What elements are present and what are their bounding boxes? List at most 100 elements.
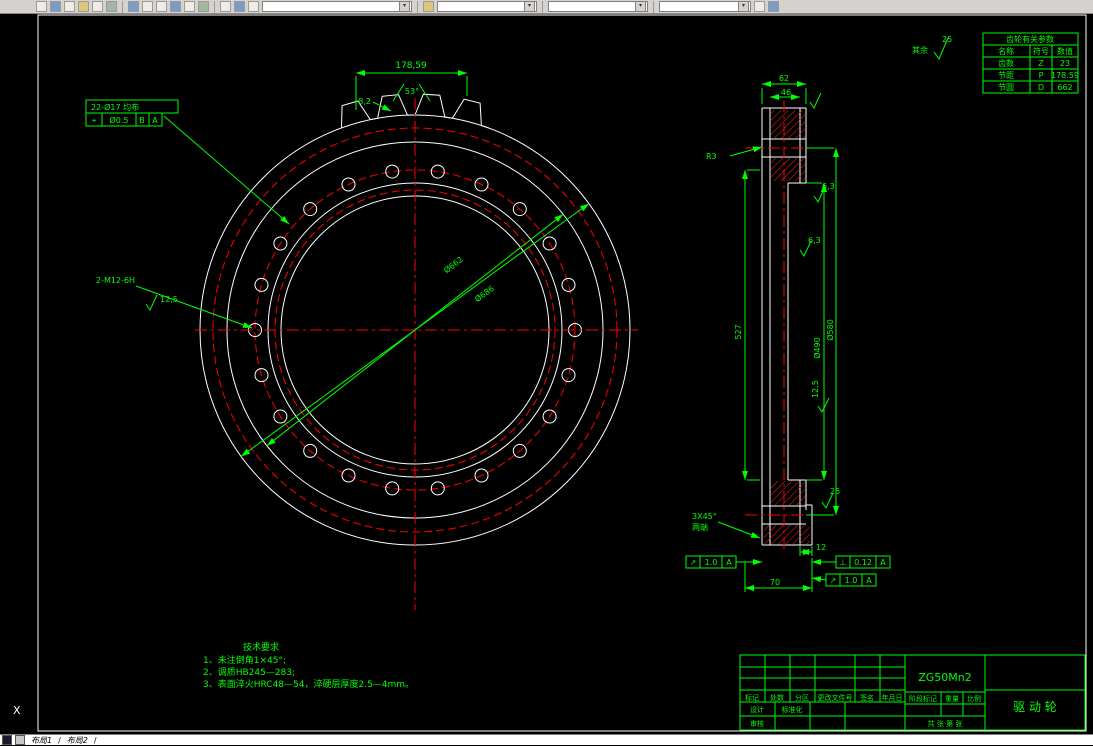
front-roughness-label: 12,5 — [160, 295, 178, 304]
preview-icon[interactable] — [92, 1, 103, 12]
gdt3-datum: A — [866, 576, 872, 585]
tb-label: 年月日 — [882, 693, 903, 702]
model-tab-icon[interactable] — [15, 735, 25, 745]
properties-icon[interactable] — [248, 1, 259, 12]
gear-parameter-table: 齿轮有关参数 名称 符号 数值 齿数 Z 23 节距 P 178.59 节圆 D… — [982, 32, 1079, 94]
color-combobox[interactable]: ▾ — [437, 1, 537, 12]
tb-label: 标准化 — [782, 705, 803, 714]
linetype-combobox[interactable]: ▾ — [548, 1, 648, 12]
r3-label: R3 — [706, 152, 717, 161]
general-rough-value: 25 — [942, 35, 952, 44]
zoom-icon[interactable] — [220, 1, 231, 12]
dim-12-label: 12 — [816, 543, 826, 552]
pan-icon[interactable] — [198, 1, 209, 12]
tb-label: 更改文件号 — [818, 693, 853, 702]
param-cell: 齿数 — [998, 58, 1014, 68]
part-name-label: 驱 动 轮 — [1013, 700, 1057, 714]
param-cell: 662 — [1057, 83, 1072, 92]
tech-req-title: 技术要求 — [243, 641, 279, 653]
dim-527-label: 527 — [734, 324, 743, 339]
toolbox-icon[interactable] — [768, 1, 779, 12]
cut-icon[interactable] — [128, 1, 139, 12]
paste-icon[interactable] — [156, 1, 167, 12]
front-view-geometry[interactable] — [195, 93, 638, 610]
drawing-svg: X 178,59 53° 8,2 22-Ø17 均布 ⌖ Ø0.5 B A 2-… — [13, 14, 1087, 732]
dim-angle-label: 53° — [405, 87, 419, 96]
print-icon[interactable] — [78, 1, 89, 12]
lineweight-combobox[interactable]: ▾ — [659, 1, 751, 12]
rough-63b-label: 6,3 — [808, 236, 821, 245]
general-rough-label: 其余 — [912, 45, 928, 55]
tab-layout1[interactable]: 布局1 — [28, 735, 55, 746]
tb-label: 分区 — [795, 693, 809, 702]
color-icon[interactable] — [423, 1, 434, 12]
hatch-area — [771, 110, 805, 138]
toolbar-separator — [122, 0, 123, 13]
chevron-down-icon[interactable]: ▾ — [635, 1, 646, 12]
dia-490-label: Ø490 — [812, 337, 822, 359]
help-icon[interactable] — [754, 1, 765, 12]
layers-icon[interactable] — [234, 1, 245, 12]
param-cell: 节圆 — [998, 83, 1014, 92]
gdt-tolerance-value: Ø0.5 — [109, 115, 128, 125]
holes-note-label: 22-Ø17 均布 — [91, 102, 139, 112]
gdt2-tolerance: 0.12 — [854, 558, 872, 567]
rough-125-label: 12,5 — [811, 380, 820, 398]
spell-icon[interactable] — [106, 1, 117, 12]
param-header-name: 名称 — [998, 46, 1014, 56]
tb-label: 审核 — [750, 719, 764, 728]
chevron-down-icon[interactable]: ▾ — [524, 1, 535, 12]
dim-width-label: 178,59 — [395, 61, 427, 71]
tab-separator: / — [58, 735, 61, 745]
new-file-icon[interactable] — [36, 1, 47, 12]
param-cell: 23 — [1060, 59, 1070, 68]
param-header-value: 数值 — [1057, 46, 1073, 56]
copy-icon[interactable] — [142, 1, 153, 12]
tech-req-line: 1、未注倒角1×45°; — [203, 654, 286, 666]
undo-icon[interactable] — [170, 1, 181, 12]
bolt-hole — [385, 481, 400, 496]
tb-label: 处数 — [770, 693, 784, 702]
tab-layout2[interactable]: 布局2 — [64, 735, 91, 746]
tb-label: 比例 — [967, 694, 981, 703]
general-roughness-note: 其余 25 — [912, 35, 952, 61]
title-block: 标记 处数 分区 更改文件号 签名 年月日 设计 审核 标准化 ZG50Mn2 … — [739, 654, 1086, 731]
param-table-title: 齿轮有关参数 — [1006, 34, 1054, 44]
gdt1-tolerance: 1.0 — [705, 558, 718, 567]
tb-label: 签名 — [860, 693, 874, 702]
toolbar-separator — [417, 0, 418, 13]
front-view-dimensions[interactable]: 178,59 53° 8,2 22-Ø17 均布 ⌖ Ø0.5 B A 2-M1… — [85, 61, 590, 457]
dim-62-label: 62 — [779, 74, 789, 83]
dim-tooth-label: 8,2 — [358, 97, 371, 106]
open-file-icon[interactable] — [50, 1, 61, 12]
gdt1-datum: A — [726, 558, 732, 567]
roughness-icon — [809, 92, 822, 110]
bolt-hole — [430, 164, 445, 179]
bolt-hole — [254, 277, 269, 292]
hatch-area — [764, 525, 810, 544]
redo-icon[interactable] — [184, 1, 195, 12]
roughness-icon — [145, 294, 158, 312]
tb-label: 重量 — [945, 695, 959, 703]
bolt-hole — [561, 277, 576, 292]
rough-63a-label: 6,3 — [822, 182, 835, 191]
param-cell: 178.59 — [1051, 71, 1079, 80]
chevron-down-icon[interactable]: ▾ — [399, 1, 410, 12]
layer-combobox[interactable]: ▾ — [262, 1, 412, 12]
param-cell: 节距 — [998, 71, 1014, 80]
gdt2-symbol: ⊥ — [840, 558, 847, 567]
tech-req-line: 3、表面淬火HRC48—54，淬硬层厚度2.5—4mm。 — [203, 678, 414, 690]
gdt1-symbol: ↗ — [690, 558, 697, 567]
toolbar-separator — [653, 0, 654, 13]
tb-label: 设计 — [750, 705, 764, 714]
param-cell: P — [1039, 71, 1044, 80]
thread-note-label: 2-M12-6H — [96, 276, 135, 285]
section-view-geometry[interactable] — [745, 100, 835, 552]
save-icon[interactable] — [64, 1, 75, 12]
gdt-datum-2: A — [152, 116, 158, 125]
toolbar-separator — [542, 0, 543, 13]
top-toolbar: ▾ ▾ ▾ ▾ — [0, 0, 1093, 14]
tab-scroll-icon[interactable] — [2, 735, 12, 745]
param-cell: Z — [1038, 59, 1044, 68]
chevron-down-icon[interactable]: ▾ — [738, 1, 749, 12]
